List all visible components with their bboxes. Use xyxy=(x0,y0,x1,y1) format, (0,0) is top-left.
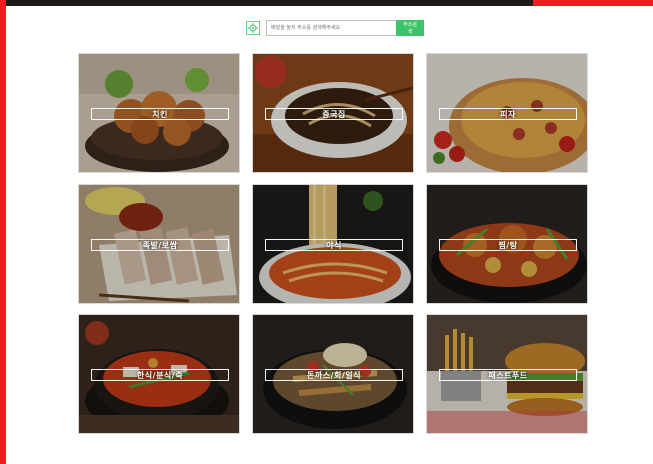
category-label: 치킨 xyxy=(152,109,168,119)
category-label-frame: 피자 xyxy=(439,108,577,120)
current-location-button[interactable] xyxy=(246,21,260,35)
category-tile-late-night[interactable]: 야식 xyxy=(252,184,414,304)
category-label: 중국집 xyxy=(322,109,346,119)
category-tile-bossam[interactable]: 족발/보쌈 xyxy=(78,184,240,304)
address-search-input[interactable] xyxy=(266,20,396,36)
category-label: 패스트푸드 xyxy=(488,370,528,380)
category-grid: 치킨 중국집 피자 족발/보쌈 야식 찜/탕 한식/분식/죽 돈까스/회/일식 … xyxy=(78,53,589,434)
category-tile-japanese[interactable]: 돈까스/회/일식 xyxy=(252,314,414,434)
address-search-bar: 주소검색 xyxy=(246,19,424,37)
category-label-frame: 야식 xyxy=(265,239,403,251)
category-label: 족발/보쌈 xyxy=(142,240,178,250)
category-label-frame: 한식/분식/죽 xyxy=(91,369,229,381)
category-tile-pizza[interactable]: 피자 xyxy=(426,53,588,173)
category-tile-chinese[interactable]: 중국집 xyxy=(252,53,414,173)
category-label-frame: 돈까스/회/일식 xyxy=(265,369,403,381)
category-label: 피자 xyxy=(500,109,516,119)
category-tile-braised[interactable]: 찜/탕 xyxy=(426,184,588,304)
category-label-frame: 중국집 xyxy=(265,108,403,120)
top-banner-strip xyxy=(6,0,653,6)
category-label-frame: 패스트푸드 xyxy=(439,369,577,381)
category-label: 야식 xyxy=(326,240,342,250)
category-label-frame: 찜/탕 xyxy=(439,239,577,251)
category-tile-chicken[interactable]: 치킨 xyxy=(78,53,240,173)
category-tile-fastfood[interactable]: 패스트푸드 xyxy=(426,314,588,434)
category-label-frame: 치킨 xyxy=(91,108,229,120)
address-search-button[interactable]: 주소검색 xyxy=(396,20,424,36)
category-label: 돈까스/회/일식 xyxy=(306,370,361,380)
category-label: 찜/탕 xyxy=(498,240,518,250)
category-label: 한식/분식/죽 xyxy=(136,370,184,380)
banner-accent xyxy=(533,0,653,6)
category-tile-korean[interactable]: 한식/분식/죽 xyxy=(78,314,240,434)
crosshair-icon xyxy=(248,23,258,33)
category-label-frame: 족발/보쌈 xyxy=(91,239,229,251)
